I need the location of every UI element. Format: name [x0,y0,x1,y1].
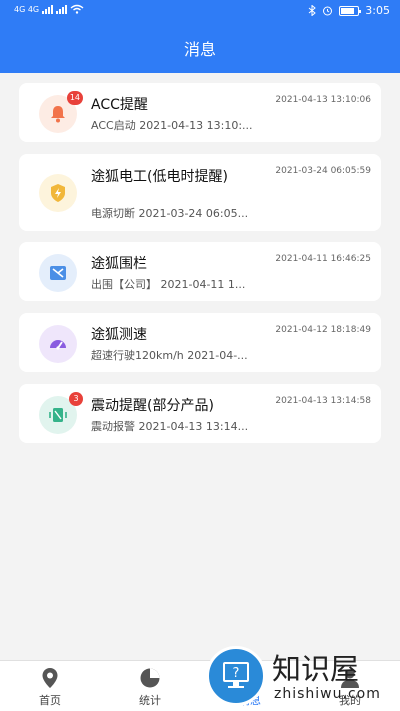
watermark-sub: zhishiwu.com [274,686,381,702]
tab-label: 首页 [39,694,61,707]
message-icon-wrap: 14 [39,91,83,133]
message-title: 震动提醒(部分产品) [91,398,214,414]
message-card-vibration[interactable]: 3 震动提醒(部分产品) 2021-04-13 13:14:58 震动报警 20… [19,384,381,443]
message-title: ACC提醒 [91,97,148,113]
message-time: 2021-04-12 18:18:49 [275,325,371,335]
message-title: 途狐测速 [91,327,147,343]
message-time: 2021-04-11 16:46:25 [275,254,371,264]
message-icon-wrap [39,325,77,363]
message-subtitle: 出围【公司】 2021-04-11 1... [91,278,246,291]
watermark-logo: ? [206,646,266,706]
svg-text:?: ? [233,666,240,681]
tab-statistics[interactable]: 统计 [100,661,200,711]
watermark: ? 知识屋 zhishiwu.com [206,642,400,711]
message-subtitle: ACC启动 2021-04-13 13:10:... [91,119,253,132]
message-title: 途狐围栏 [91,256,147,272]
message-time: 2021-04-13 13:14:58 [275,396,371,406]
speedometer-icon [50,340,66,350]
signal-icon [42,4,54,14]
status-right: 3:05 [308,4,390,17]
status-bar: 4G 4G 3:05 [0,0,400,24]
message-title: 途狐电工(低电时提醒) [91,169,228,185]
watermark-text: 知识屋 [272,652,360,686]
message-card-acc[interactable]: 14 ACC提醒 2021-04-13 13:10:06 ACC启动 2021-… [19,83,381,142]
message-subtitle: 超速行驶120km/h 2021-04-... [91,349,248,362]
signal-icon-2 [56,4,68,14]
unread-badge: 3 [69,392,83,406]
message-time: 2021-04-13 13:10:06 [275,95,371,105]
alarm-icon [323,6,333,16]
tab-label: 统计 [139,694,161,707]
question-monitor-icon: ? [223,662,249,688]
message-time: 2021-03-24 06:05:59 [275,166,371,176]
message-icon-wrap: 3 [39,392,83,434]
network-label: 4G 4G [14,4,40,14]
clock-time: 3:05 [365,4,390,17]
pie-chart-icon [140,668,160,688]
bluetooth-icon [308,5,317,16]
message-subtitle: 电源切断 2021-03-24 06:05... [91,207,249,220]
message-card-fence[interactable]: 途狐围栏 2021-04-11 16:46:25 出围【公司】 2021-04-… [19,242,381,301]
page-title: 消息 [183,40,216,59]
power-shield-icon [51,184,65,202]
message-icon-wrap [39,254,77,292]
unread-badge: 14 [66,91,83,105]
header: 4G 4G 3:05 消息 [0,0,400,73]
location-pin-icon [42,668,58,688]
tab-home[interactable]: 首页 [0,661,100,711]
message-subtitle: 震动报警 2021-04-13 13:14... [91,420,249,433]
message-card-speed[interactable]: 途狐测速 2021-04-12 18:18:49 超速行驶120km/h 202… [19,313,381,372]
status-left: 4G 4G [14,4,84,14]
message-icon-wrap [39,174,77,212]
wifi-icon [70,4,84,14]
fence-icon [50,266,66,280]
message-card-power[interactable]: 途狐电工(低电时提醒) 2021-03-24 06:05:59 电源切断 202… [19,154,381,231]
vibration-icon [49,408,67,422]
bell-icon [51,106,65,123]
battery-icon [339,5,362,16]
